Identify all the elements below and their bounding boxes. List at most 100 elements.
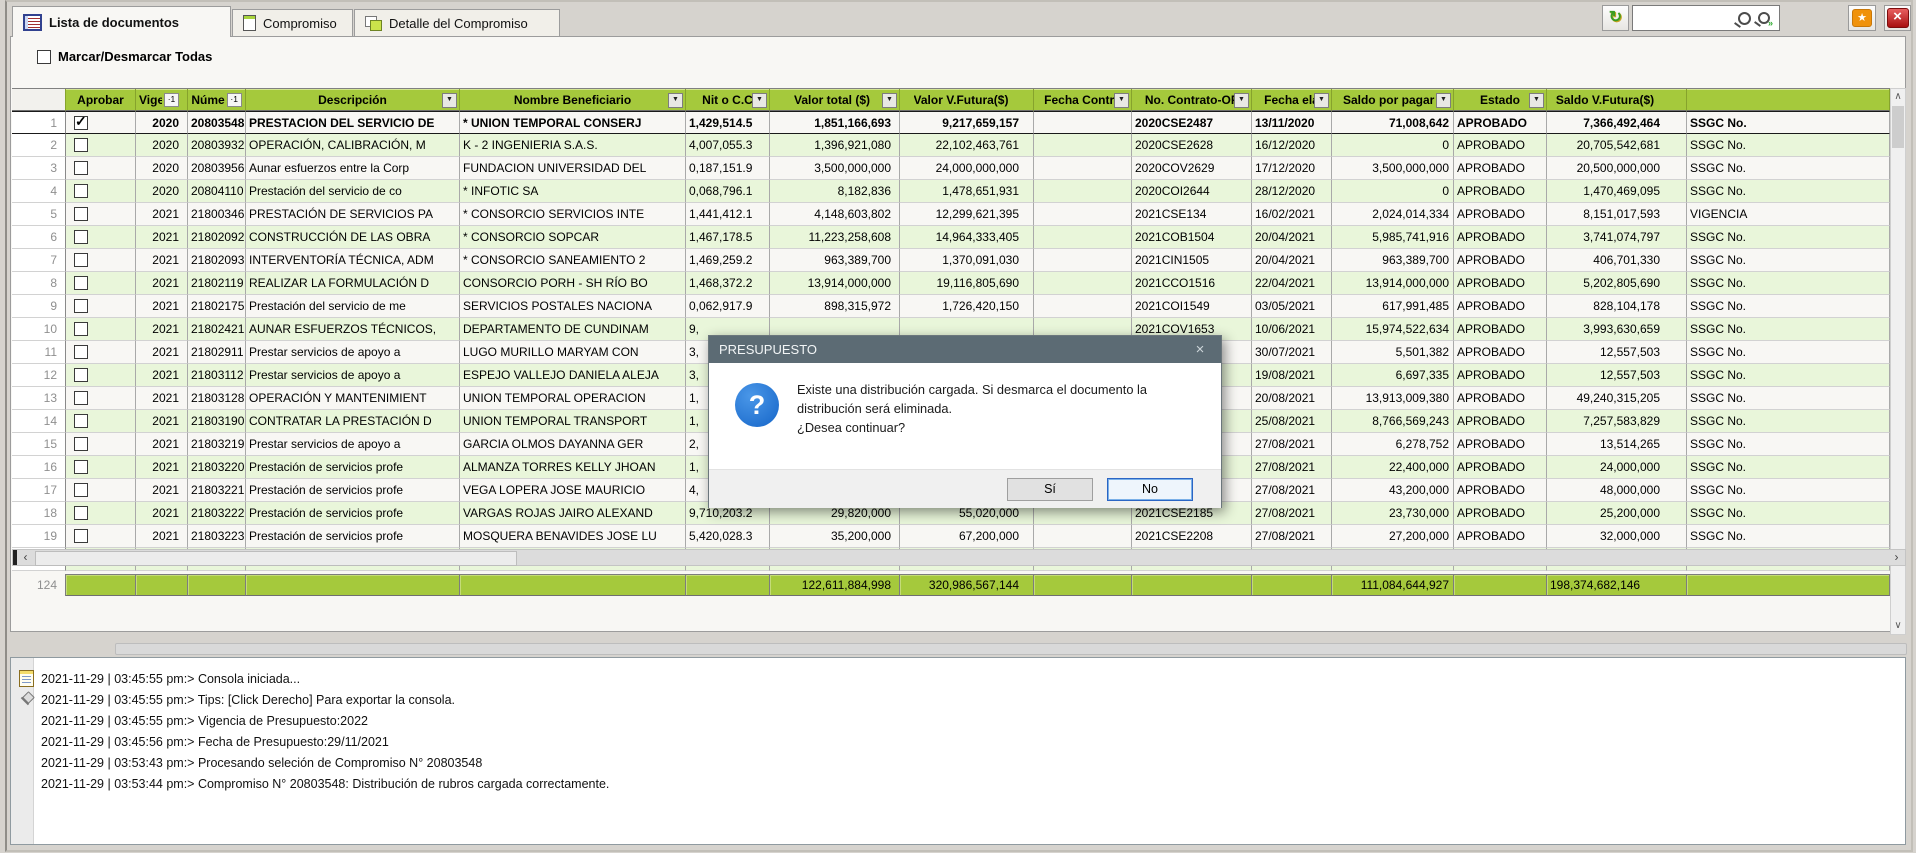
cell-nit: 0,187,151.9 [686,157,770,180]
cell-vigencia: 2021 [136,410,188,433]
tab-detalle-del-compromiso[interactable]: Detalle del Compromiso [354,9,560,36]
cell-estado: APROBADO [1454,502,1547,525]
row-checkbox[interactable] [74,368,88,382]
no-button[interactable]: No [1107,478,1193,501]
filter-dropdown-icon[interactable]: ▼ [1234,93,1249,108]
table-row[interactable]: 4202020804110Prestación del servicio de … [12,180,1890,203]
table-row[interactable]: 19202121803223Prestación de servicios pr… [12,525,1890,548]
col-header-saldo[interactable]: Saldo por pagar |▼ [1332,89,1454,111]
row-checkbox[interactable] [74,207,88,221]
splitter-bar[interactable] [115,643,1907,655]
scroll-up-icon[interactable]: ∧ [1891,89,1905,105]
vertical-scroll-thumb[interactable] [1892,106,1904,148]
console-panel[interactable]: 2021-11-29 | 03:45:55 pm:> Consola inici… [10,657,1906,845]
cell-descripcion: OPERACIÓN, CALIBRACIÓN, M [246,134,460,157]
cell-vigencia: 2021 [136,272,188,295]
cell-estado: APROBADO [1454,249,1547,272]
table-row[interactable]: 9202121802175Prestación del servicio de … [12,295,1890,318]
table-row[interactable]: 3202020803956Aunar esfuerzos entre la Co… [12,157,1890,180]
col-header-numero[interactable]: Núme·1 [188,89,246,111]
row-checkbox[interactable] [74,161,88,175]
filter-dropdown-icon[interactable]: ▼ [668,93,683,108]
filter-dropdown-icon[interactable]: ▼ [1436,93,1451,108]
search-box[interactable]: » [1632,5,1780,31]
filter-dropdown-icon[interactable]: ▼ [442,93,457,108]
col-header-fecha_ela[interactable]: Fecha ela▼ [1252,89,1332,111]
cell-descripcion: INTERVENTORÍA TÉCNICA, ADM [246,249,460,272]
table-row[interactable]: 7202121802093INTERVENTORÍA TÉCNICA, ADM*… [12,249,1890,272]
search-icon[interactable] [1738,12,1751,25]
scroll-left-icon[interactable]: ‹ [18,550,33,565]
close-button[interactable]: × [1884,5,1911,31]
cell-nit: 4,007,055.3 [686,134,770,157]
filter-dropdown-icon[interactable]: ▼ [882,93,897,108]
row-checkbox[interactable] [74,184,88,198]
col-header-valor_vfutura[interactable]: Valor V.Futura($) [900,89,1034,111]
cell-saldo_vf: 20,705,542,681 [1547,134,1687,157]
col-header-extra[interactable] [1687,89,1890,111]
row-checkbox[interactable] [74,138,88,152]
cell-saldo: 5,501,382 [1332,341,1454,364]
dialog-close-icon[interactable]: × [1189,341,1211,358]
select-all-checkbox[interactable] [37,50,51,64]
tab-compromiso[interactable]: Compromiso [232,9,353,36]
cell-aprobar [66,272,136,295]
cell-extra: SSGC No. [1687,387,1890,410]
table-row[interactable]: 2202020803932OPERACIÓN, CALIBRACIÓN, MK … [12,134,1890,157]
cell-saldo_vf: 3,741,074,797 [1547,226,1687,249]
refresh-button[interactable]: ↻ [1602,5,1629,31]
horizontal-scrollbar[interactable]: ‹ › [12,549,1906,566]
row-checkbox[interactable] [74,253,88,267]
tab-lista-de-documentos[interactable]: Lista de documentos [12,6,231,37]
cell-nit: 1,441,412.1 [686,203,770,226]
col-header-descripcion[interactable]: Descripción ▼ [246,89,460,111]
console-line-text: 2021-11-29 | 03:53:43 pm:> Procesando se… [41,756,482,770]
col-header-contrato[interactable]: No. Contrato-OF▼ [1132,89,1252,111]
col-header-estado[interactable]: Estado▼ [1454,89,1547,111]
table-row[interactable]: 6202121802092CONSTRUCCIÓN DE LAS OBRA* C… [12,226,1890,249]
col-header-fecha_contra[interactable]: Fecha Contra▼ [1034,89,1132,111]
favorites-button[interactable]: ★ [1848,5,1876,31]
col-header-label: Descripción [318,93,387,107]
table-row[interactable]: 8202121802119REALIZAR LA FORMULACIÓN DCO… [12,272,1890,295]
console-line-text: 2021-11-29 | 03:45:55 pm:> Tips: [Click … [41,693,455,707]
row-checkbox[interactable]: ✓ [74,116,88,130]
row-checkbox[interactable] [74,299,88,313]
cell-descripcion: Prestación de servicios profe [246,456,460,479]
row-checkbox[interactable] [74,437,88,451]
col-header-nit[interactable]: Nit o C.C▼ [686,89,770,111]
col-header-saldo_vf[interactable]: Saldo V.Futura($) [1547,89,1687,111]
filter-dropdown-icon[interactable]: ▼ [1529,93,1544,108]
col-header-valor_total[interactable]: Valor total ($)▼ [770,89,900,111]
console-line: 2021-11-29 | 03:53:44 pm:> Compromiso N°… [11,773,1905,794]
table-row[interactable]: 5202121800346PRESTACIÓN DE SERVICIOS PA*… [12,203,1890,226]
cell-numero: 20803932 [188,134,246,157]
row-checkbox[interactable] [74,529,88,543]
row-checkbox[interactable] [74,391,88,405]
horizontal-scroll-thumb[interactable] [35,551,517,566]
cell-aprobar [66,249,136,272]
search-input[interactable] [1633,10,1738,26]
col-header-beneficiario[interactable]: Nombre Beneficiario▼ [460,89,686,111]
col-header-aprobar[interactable]: Aprobar [66,89,136,111]
row-checkbox[interactable] [74,483,88,497]
col-header-vigencia[interactable]: Vigenc·1 [136,89,188,111]
row-checkbox[interactable] [74,322,88,336]
filter-dropdown-icon[interactable]: ▼ [752,93,767,108]
cell-num: 15 [12,433,66,456]
row-checkbox[interactable] [74,506,88,520]
filter-dropdown-icon[interactable]: ▼ [1114,93,1129,108]
row-checkbox[interactable] [74,414,88,428]
row-checkbox[interactable] [74,460,88,474]
row-checkbox[interactable] [74,230,88,244]
row-checkbox[interactable] [74,276,88,290]
cell-contrato: 2020COI2644 [1132,180,1252,203]
yes-button[interactable]: Sí [1007,478,1093,501]
filter-dropdown-icon[interactable]: ▼ [1314,93,1329,108]
dialog-titlebar[interactable]: PRESUPUESTO × [709,336,1221,363]
scroll-right-icon[interactable]: › [1889,550,1904,565]
row-checkbox[interactable] [74,345,88,359]
table-row[interactable]: 1✓202020803548PRESTACION DEL SERVICIO DE… [12,111,1890,134]
console-line: 2021-11-29 | 03:45:55 pm:> Tips: [Click … [11,689,1905,710]
scroll-down-icon[interactable]: ∨ [1891,618,1905,634]
